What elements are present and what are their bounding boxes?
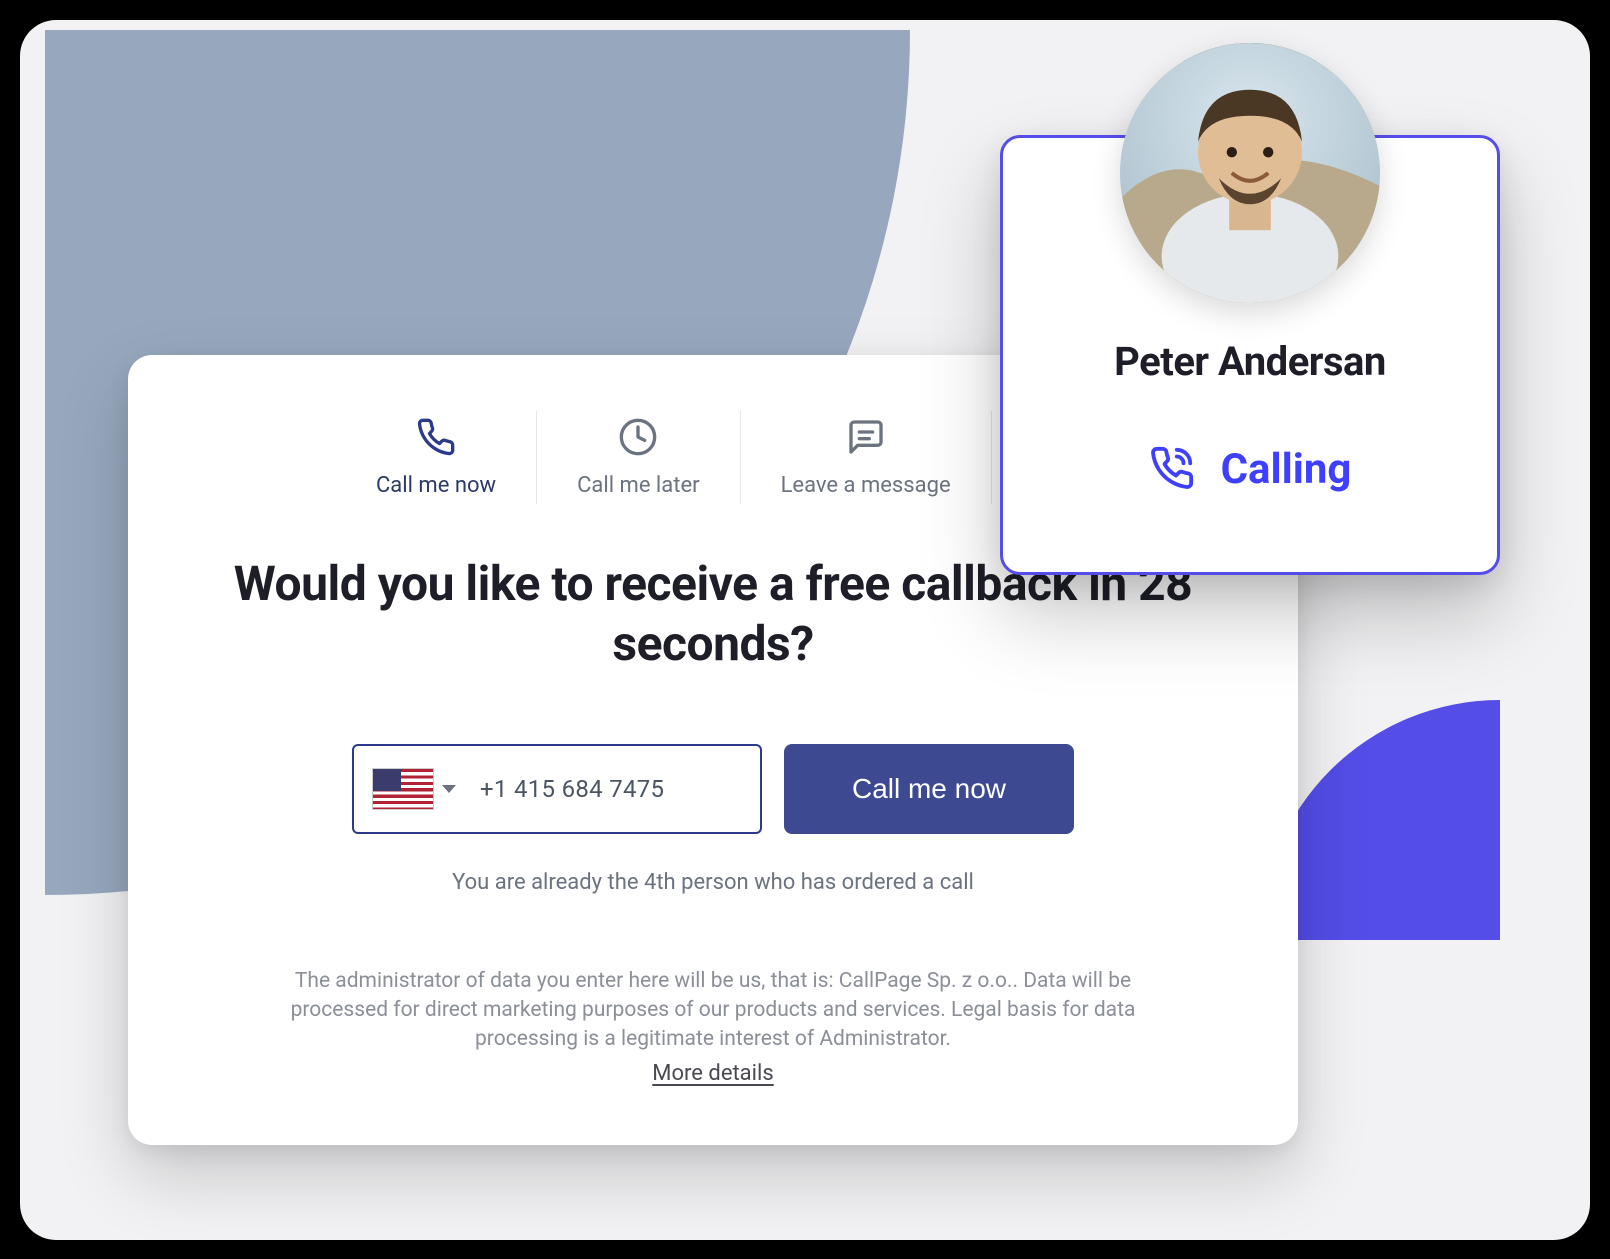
phone-icon (416, 417, 456, 461)
phone-input[interactable]: +1 415 684 7475 (352, 744, 762, 834)
us-flag-icon (372, 768, 434, 810)
chevron-down-icon[interactable] (442, 785, 456, 793)
caller-name: Peter Andersan (1114, 338, 1386, 385)
more-details-link[interactable]: More details (188, 1061, 1238, 1086)
phone-calling-icon (1149, 445, 1195, 495)
order-count-text: You are already the 4th person who has o… (188, 870, 1238, 895)
phone-value: +1 415 684 7475 (480, 775, 664, 803)
calling-status-row: Calling (1149, 445, 1352, 495)
message-icon (846, 417, 886, 461)
legal-text: The administrator of data you enter here… (188, 967, 1238, 1055)
tab-call-later[interactable]: Call me later (536, 411, 740, 504)
call-me-now-button[interactable]: Call me now (784, 744, 1074, 834)
avatar (1120, 43, 1380, 303)
tab-label: Leave a message (781, 473, 951, 498)
calling-card: Peter Andersan Calling (1000, 135, 1500, 575)
clock-icon (618, 417, 658, 461)
tab-label: Call me now (376, 473, 496, 498)
tab-call-now[interactable]: Call me now (336, 411, 536, 504)
canvas: Call me now Call me later Leave a messag… (20, 20, 1590, 1240)
calling-status: Calling (1221, 445, 1352, 494)
tab-leave-message[interactable]: Leave a message (740, 411, 991, 504)
tab-label: Call me later (577, 473, 700, 498)
input-row: +1 415 684 7475 Call me now (188, 744, 1238, 834)
